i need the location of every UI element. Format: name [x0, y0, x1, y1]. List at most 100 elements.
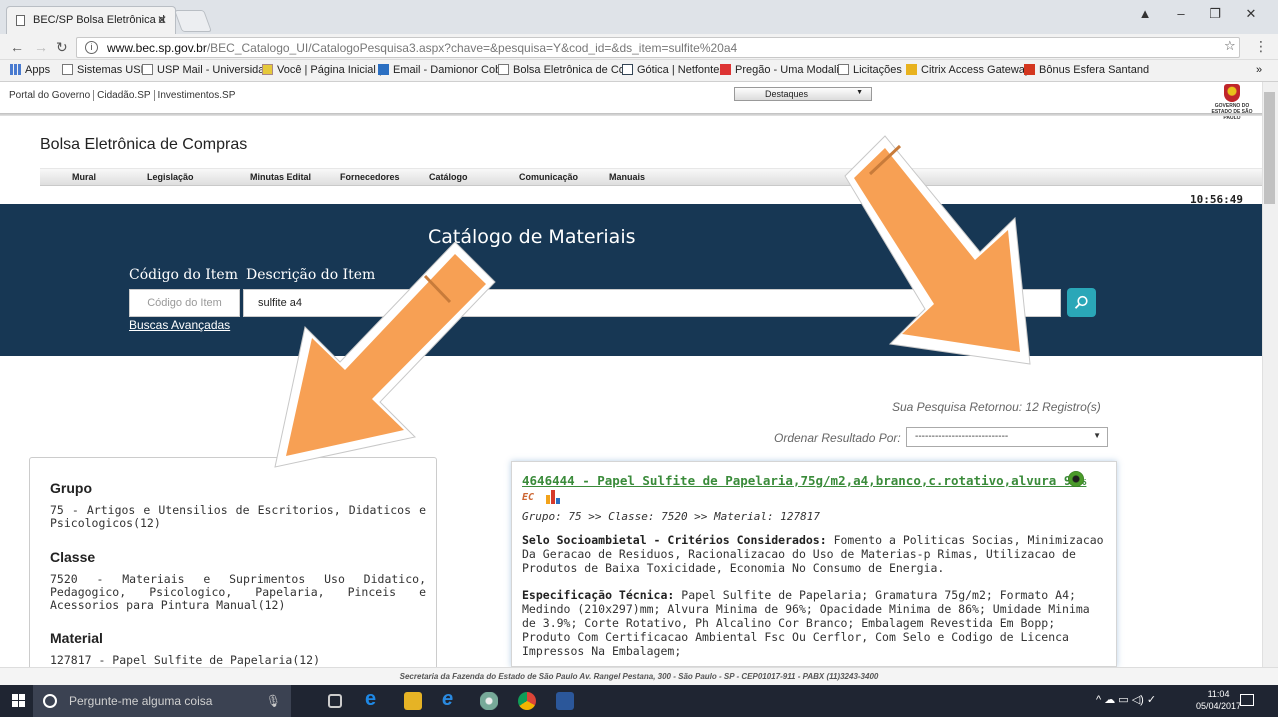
- filter-grupo-title: Grupo: [50, 480, 92, 496]
- divider: [0, 113, 1262, 116]
- nav-comunicacao[interactable]: Comunicação: [519, 172, 578, 182]
- document-icon: [16, 15, 25, 26]
- url-host: www.bec.sp.gov.br: [107, 41, 207, 55]
- search-button[interactable]: [1067, 288, 1096, 317]
- internet-explorer-icon[interactable]: e: [442, 688, 460, 710]
- nav-catalogo[interactable]: Catálogo: [429, 172, 468, 182]
- mic-icon[interactable]: 🎙: [266, 694, 281, 708]
- task-view-icon[interactable]: [328, 694, 342, 708]
- bookmark-item[interactable]: Você | Página Inicial |: [262, 64, 382, 76]
- product-card: 4646444 - Papel Sulfite de Papelaria,75g…: [511, 461, 1117, 667]
- nav-manuais[interactable]: Manuais: [609, 172, 645, 182]
- spec-label: Especificação Técnica:: [522, 588, 675, 602]
- selo-label: Selo Socioambietal - Critérios Considera…: [522, 533, 827, 547]
- chevron-down-icon: ▼: [856, 89, 863, 96]
- media-icon[interactable]: [480, 692, 498, 710]
- product-hierarchy: Grupo: 75 >> Classe: 7520 >> Material: 1…: [522, 510, 821, 523]
- system-tray[interactable]: ^ ☁ ▭ ◁) ✓: [1096, 693, 1156, 706]
- order-select-value: ----------------------------: [915, 431, 1009, 442]
- bookmark-item[interactable]: Bônus Esfera Santand: [1024, 64, 1149, 76]
- close-icon[interactable]: ✕: [157, 13, 167, 27]
- search-icon: [1074, 295, 1088, 309]
- profile-icon[interactable]: ▲: [1130, 6, 1160, 21]
- site-title: Bolsa Eletrônica de Compras: [40, 136, 248, 153]
- order-select[interactable]: ---------------------------- ▼: [906, 427, 1108, 447]
- selo-paragraph: Selo Socioambietal - Critérios Considera…: [522, 533, 1110, 575]
- bookmark-item[interactable]: Bolsa Eletrônica de Co: [498, 64, 625, 76]
- minimize-button[interactable]: –: [1166, 6, 1196, 21]
- browser-tab[interactable]: BEC/SP Bolsa Eletrônica d ✕: [6, 6, 176, 34]
- nav-fornecedores[interactable]: Fornecedores: [340, 172, 400, 182]
- annotation-arrow-right: [844, 135, 1031, 365]
- filter-material-value[interactable]: 127817 - Papel Sulfite de Papelaria(12): [50, 654, 426, 667]
- taskbar-date: 05/04/2017: [1196, 701, 1242, 711]
- cortana-placeholder: Pergunte-me alguma coisa: [69, 694, 213, 708]
- code-input[interactable]: Código do Item: [129, 289, 240, 317]
- spec-paragraph: Especificação Técnica: Papel Sulfite de …: [522, 588, 1110, 658]
- seal-icon: [1224, 84, 1240, 102]
- windows-icon[interactable]: [12, 694, 26, 708]
- chrome-icon[interactable]: [518, 692, 536, 710]
- annotation-arrow-left: [274, 242, 496, 468]
- tab-title: BEC/SP Bolsa Eletrônica d: [33, 14, 165, 26]
- address-bar[interactable]: i www.bec.sp.gov.br/BEC_Catalogo_UI/Cata…: [76, 37, 1240, 58]
- advanced-search-link[interactable]: Buscas Avançadas: [129, 318, 230, 332]
- link-investimentos[interactable]: Investimentos.SP: [155, 90, 239, 101]
- link-cidadao[interactable]: Cidadão.SP: [94, 90, 155, 101]
- destaques-select[interactable]: Destaques ▼: [734, 87, 872, 101]
- word-icon[interactable]: [556, 692, 574, 710]
- bookmark-item[interactable]: Gótica | Netfontes: [622, 64, 725, 76]
- bookmark-item[interactable]: USP Mail - Universida: [142, 64, 264, 76]
- nav-legislacao[interactable]: Legislação: [147, 172, 194, 182]
- bookmark-item[interactable]: Licitações: [838, 64, 902, 76]
- forward-icon[interactable]: →: [34, 39, 48, 55]
- product-title-link[interactable]: 4646444 - Papel Sulfite de Papelaria,75g…: [522, 473, 1086, 488]
- filter-classe-value[interactable]: 7520 - Materiais e Suprimentos Uso Didat…: [50, 573, 426, 612]
- bookmarks-overflow[interactable]: »: [1256, 64, 1262, 76]
- edge-icon[interactable]: e: [365, 688, 383, 710]
- close-window-button[interactable]: ✕: [1236, 6, 1266, 22]
- browser-tab-bar: BEC/SP Bolsa Eletrônica d ✕ ▲ – ❐ ✕: [0, 0, 1278, 34]
- taskbar: Pergunte-me alguma coisa 🎙 e e ^ ☁ ▭ ◁) …: [0, 685, 1278, 717]
- back-icon[interactable]: ←: [10, 39, 24, 55]
- bookmark-item[interactable]: Pregão - Uma Modali: [720, 64, 839, 76]
- bookmark-apps[interactable]: Apps: [10, 64, 50, 76]
- eco-seal-icon: [1068, 471, 1084, 487]
- filter-grupo-value[interactable]: 75 - Artigos e Utensilios de Escritorios…: [50, 504, 426, 530]
- order-label: Ordenar Resultado Por:: [774, 431, 901, 445]
- ec-badge-icon: EC: [522, 492, 535, 503]
- taskbar-clock[interactable]: 11:04 05/04/2017: [1196, 688, 1241, 712]
- cortana-search[interactable]: Pergunte-me alguma coisa 🎙: [33, 685, 291, 717]
- address-toolbar: ← → ↻ i www.bec.sp.gov.br/BEC_Catalogo_U…: [0, 34, 1278, 60]
- bookmark-item[interactable]: Email - Damionor Cob: [378, 64, 501, 76]
- bookmarks-bar: Apps Sistemas USP USP Mail - Universida …: [0, 60, 1278, 82]
- new-tab-button[interactable]: [173, 10, 213, 32]
- maximize-button[interactable]: ❐: [1200, 6, 1230, 22]
- info-icon[interactable]: i: [85, 41, 98, 54]
- notification-icon[interactable]: [1240, 694, 1254, 706]
- code-label: Código do Item: [129, 267, 238, 283]
- web-page: Portal do Governo Cidadão.SP Investimentos…: [0, 82, 1262, 667]
- scrollbar-thumb[interactable]: [1264, 92, 1275, 204]
- bar-chart-icon: [546, 490, 560, 504]
- file-explorer-icon[interactable]: [404, 692, 422, 710]
- reload-icon[interactable]: ↻: [56, 39, 68, 56]
- url-path: /BEC_Catalogo_UI/CatalogoPesquisa3.aspx?…: [206, 41, 738, 55]
- gov-links: Portal do Governo Cidadão.SP Investimentos…: [6, 90, 238, 101]
- bookmark-item[interactable]: Citrix Access Gateway: [906, 64, 1030, 76]
- bookmark-item[interactable]: Sistemas USP: [62, 64, 148, 76]
- page-footer: Secretaria da Fazenda do Estado de São P…: [0, 667, 1278, 685]
- taskbar-time: 11:04: [1207, 689, 1230, 699]
- search-banner: Catálogo de Materiais Código do Item Des…: [0, 204, 1262, 356]
- chevron-down-icon: ▼: [1093, 431, 1101, 440]
- link-portal[interactable]: Portal do Governo: [6, 90, 95, 101]
- star-icon[interactable]: ☆: [1224, 38, 1236, 54]
- nav-minutas-edital[interactable]: Minutas Edital: [250, 172, 311, 182]
- nav-mural[interactable]: Mural: [72, 172, 96, 182]
- gov-logo-text: GOVERNO DO ESTADO DE SÃO PAULO: [1211, 103, 1253, 121]
- filter-panel: Grupo 75 - Artigos e Utensilios de Escri…: [29, 457, 437, 667]
- main-nav: Mural Legislação Minutas Edital Forneced…: [40, 168, 1262, 186]
- menu-icon[interactable]: ⋮: [1254, 38, 1268, 55]
- results-count: Sua Pesquisa Retornou: 12 Registro(s): [892, 400, 1101, 414]
- destaques-label: Destaques: [765, 89, 809, 99]
